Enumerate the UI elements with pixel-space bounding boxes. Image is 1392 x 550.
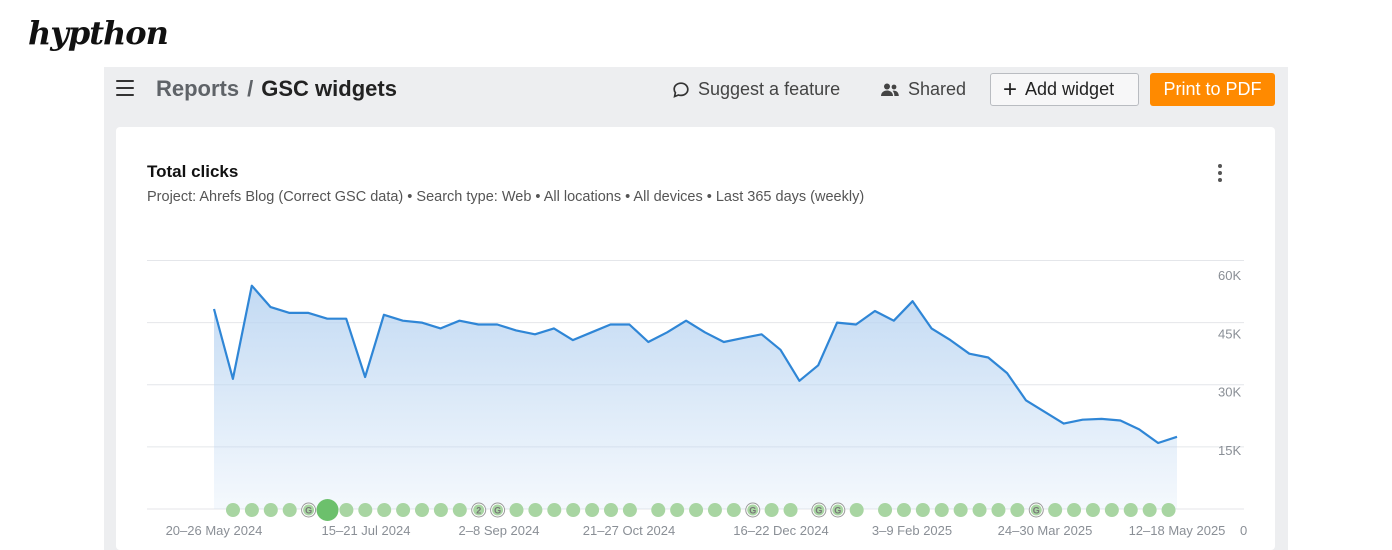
google-update-icon: G <box>834 506 841 516</box>
brand-logo: hypthon <box>28 14 169 52</box>
annotation-marker <box>547 503 562 517</box>
annotation-marker <box>849 503 864 517</box>
y-tick-label: 30K <box>1218 385 1241 400</box>
annotation-marker <box>226 503 240 517</box>
x-tick-label: 16–22 Dec 2024 <box>733 523 828 538</box>
shared-label: Shared <box>908 79 967 99</box>
x-tick-label: 20–26 May 2024 <box>166 523 263 538</box>
y-tick-label: 60K <box>1218 268 1241 283</box>
shared-button[interactable]: Shared <box>880 79 966 100</box>
annotation-marker <box>689 503 704 517</box>
annotation-marker <box>878 503 893 517</box>
annotation-marker <box>509 503 524 517</box>
y-tick-label: 15K <box>1218 443 1241 458</box>
google-update-icon: G <box>749 506 756 516</box>
google-update-icon: G <box>815 506 822 516</box>
annotation-marker <box>1123 503 1138 517</box>
annotation-marker <box>282 503 297 517</box>
annotation-marker <box>263 503 278 517</box>
annotation-marker <box>415 503 429 517</box>
annotation-marker <box>377 503 392 517</box>
annotation-marker <box>972 503 987 517</box>
annotation-marker <box>244 503 259 517</box>
annotation-count: 2 <box>476 506 481 516</box>
annotation-marker <box>396 503 411 517</box>
annotation-marker <box>585 503 600 517</box>
annotation-marker <box>707 503 722 517</box>
google-update-icon: G <box>494 506 501 516</box>
breadcrumb-separator: / <box>247 76 254 101</box>
page-title: GSC widgets <box>261 76 397 101</box>
annotation-marker <box>433 503 448 517</box>
annotation-marker <box>1048 503 1063 517</box>
x-tick-label: 24–30 Mar 2025 <box>998 523 1093 538</box>
breadcrumb: Reports / GSC widgets <box>156 76 397 102</box>
clicks-chart: 60K 45K 30K 15K 0 G 2 G G G G G 20–26 May 2024 15–21 … <box>147 259 1247 538</box>
google-update-icon: G <box>305 506 312 516</box>
x-tick-label: 2–8 Sep 2024 <box>459 523 540 538</box>
annotation-marker <box>604 503 618 517</box>
annotation-marker <box>783 503 798 517</box>
annotation-marker <box>953 503 968 517</box>
annotation-marker <box>915 503 930 517</box>
print-to-pdf-button[interactable]: Print to PDF <box>1150 73 1275 106</box>
annotation-marker <box>339 503 354 517</box>
annotation-marker <box>1010 503 1025 517</box>
annotation-marker <box>358 503 373 517</box>
annotation-marker <box>1067 503 1082 517</box>
users-icon <box>881 83 899 96</box>
suggest-feature-button[interactable]: Suggest a feature <box>672 79 840 100</box>
suggest-label: Suggest a feature <box>698 79 841 99</box>
x-tick-label: 21–27 Oct 2024 <box>583 523 676 538</box>
add-widget-label: Add widget <box>1025 79 1115 99</box>
annotation-marker <box>670 503 685 517</box>
annotation-marker <box>991 503 1006 517</box>
annotation-marker <box>1085 503 1100 517</box>
annotation-marker <box>934 503 949 517</box>
hamburger-icon[interactable] <box>116 80 134 96</box>
annotation-marker <box>896 503 911 517</box>
app-window: Reports / GSC widgets Suggest a feature Sh… <box>104 67 1288 550</box>
annotation-marker-selected <box>316 499 339 521</box>
annotation-marker <box>1104 503 1119 517</box>
y-tick-label: 45K <box>1218 326 1241 341</box>
x-tick-label: 3–9 Feb 2025 <box>872 523 952 538</box>
area-fill <box>214 285 1177 509</box>
x-tick-label: 15–21 Jul 2024 <box>322 523 411 538</box>
annotation-marker <box>1142 503 1157 517</box>
breadcrumb-reports[interactable]: Reports <box>156 76 239 101</box>
annotation-marker <box>764 503 779 517</box>
annotation-marker <box>528 503 543 517</box>
total-clicks-widget: Total clicks Project: Ahrefs Blog (Corre… <box>116 127 1275 550</box>
google-update-icon: G <box>1033 506 1040 516</box>
top-bar: Reports / GSC widgets Suggest a feature Sh… <box>104 67 1288 113</box>
speech-bubble-icon <box>673 81 689 98</box>
annotation-marker <box>566 503 581 517</box>
annotation-marker <box>726 503 741 517</box>
plus-icon: + <box>1003 75 1018 103</box>
annotation-marker <box>651 503 666 517</box>
add-widget-button[interactable]: + Add widget <box>990 73 1139 106</box>
annotation-marker <box>622 503 637 517</box>
annotation-marker <box>1161 503 1176 517</box>
y-tick-label: 0 <box>1240 523 1247 538</box>
annotation-marker <box>452 503 467 517</box>
x-tick-label: 12–18 May 2025 <box>1129 523 1226 538</box>
